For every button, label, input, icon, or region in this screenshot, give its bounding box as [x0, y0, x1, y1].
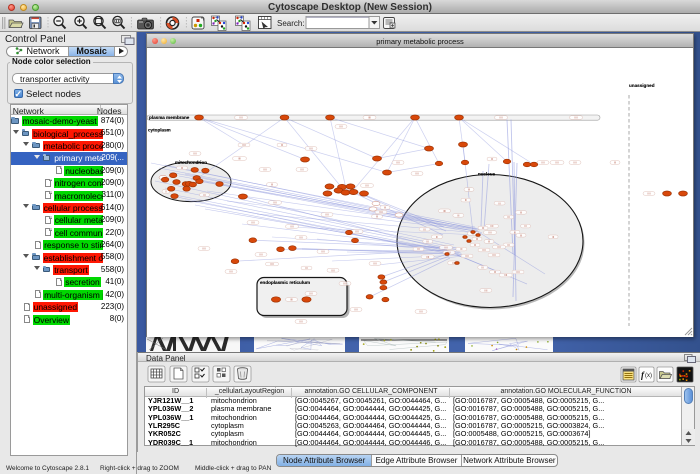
svg-text:unassigned: unassigned [629, 83, 655, 88]
svg-text:IIII: IIII [490, 224, 493, 228]
svg-text:III: III [203, 192, 206, 196]
svg-text:IIII: IIII [238, 156, 241, 160]
svg-text:III: III [281, 143, 284, 147]
svg-text:III: III [427, 239, 430, 243]
svg-text:plasma membrane: plasma membrane [149, 115, 190, 120]
svg-text:endoplasmic reticulum: endoplasmic reticulum [260, 280, 310, 285]
svg-text:IIII: IIII [242, 143, 245, 147]
svg-text:IIII: IIII [497, 245, 500, 249]
svg-text:IIII: IIII [396, 160, 399, 164]
svg-text:III: III [468, 187, 471, 191]
svg-text:IIII: IIII [290, 224, 293, 228]
svg-text:II: II [165, 189, 167, 193]
svg-text:IIII: IIII [229, 269, 232, 273]
svg-text:IIII: IIII [516, 270, 519, 274]
svg-text:III: III [520, 233, 523, 237]
svg-text:IIII: IIII [504, 273, 507, 277]
svg-text:IIII: IIII [492, 253, 495, 257]
svg-text:III: III [476, 237, 479, 241]
svg-text:III: III [508, 215, 511, 219]
svg-text:IIII: IIII [270, 262, 273, 266]
svg-text:IIII: IIII [444, 245, 447, 249]
svg-text:IIII: IIII [251, 220, 254, 224]
svg-text:IIII: IIII [193, 151, 196, 155]
svg-text:IIII: IIII [482, 248, 485, 252]
svg-text:IIII: IIII [443, 208, 446, 212]
svg-text:III: III [465, 198, 468, 202]
svg-text:IIII: IIII [290, 297, 293, 301]
svg-text:IIII: IIII [379, 210, 382, 214]
svg-text:IIII: IIII [325, 212, 328, 216]
svg-text:III: III [271, 182, 274, 186]
svg-text:(x): (x) [645, 373, 652, 379]
svg-text:IIII: IIII [555, 160, 558, 164]
svg-text:IIII: IIII [488, 230, 491, 234]
svg-text:mitochondrion: mitochondrion [175, 160, 207, 165]
svg-text:III: III [552, 234, 555, 238]
svg-text:III: III [423, 227, 426, 231]
svg-text:III: III [181, 166, 184, 170]
svg-text:III: III [488, 239, 491, 243]
svg-text:IIII: IIII [355, 229, 358, 233]
svg-text:III: III [494, 270, 497, 274]
svg-text:IIII: IIII [574, 115, 577, 119]
svg-text:IIII: IIII [368, 115, 371, 119]
svg-text:IIII: IIII [309, 146, 312, 150]
svg-text:IIII: IIII [465, 254, 468, 258]
svg-text:III: III [305, 266, 308, 270]
svg-text:IIII: IIII [343, 281, 346, 285]
svg-text:IIII: IIII [354, 307, 357, 311]
svg-text:IIII: IIII [239, 115, 242, 119]
svg-text:cytoplasm: cytoplasm [148, 127, 171, 132]
svg-text:III: III [524, 224, 527, 228]
svg-text:IIII: IIII [321, 249, 324, 253]
svg-text:III: III [514, 230, 517, 234]
svg-text:III: III [436, 234, 439, 238]
svg-text:IIII: IIII [299, 235, 302, 239]
svg-text:III: III [417, 247, 420, 251]
svg-text:IIII: IIII [202, 246, 205, 250]
svg-text:III: III [384, 205, 387, 209]
svg-text:IIII: IIII [419, 309, 422, 313]
svg-text:III: III [376, 214, 379, 218]
svg-text:III: III [474, 243, 477, 247]
svg-text:IIII: IIII [309, 291, 312, 295]
svg-text:III: III [498, 201, 501, 205]
svg-text:nucleus: nucleus [478, 171, 496, 176]
svg-text:III: III [482, 265, 485, 269]
svg-text:III: III [614, 160, 617, 164]
svg-text:IIII: IIII [415, 171, 418, 175]
svg-text:III: III [460, 247, 463, 251]
svg-text:III: III [482, 226, 485, 230]
svg-text:III: III [508, 243, 511, 247]
svg-text:IIII: IIII [273, 200, 276, 204]
svg-text:IIII: IIII [573, 160, 576, 164]
svg-text:IIII: IIII [331, 268, 334, 272]
svg-text:Search:: Search: [277, 19, 305, 28]
svg-text:IIII: IIII [300, 167, 303, 171]
svg-text:IIII: IIII [263, 167, 266, 171]
svg-text:IIII: IIII [339, 124, 342, 128]
svg-text:IIII: IIII [365, 183, 368, 187]
svg-text:IIII: IIII [484, 288, 487, 292]
svg-text:IIII: IIII [373, 261, 376, 265]
svg-text:IIII: IIII [426, 254, 429, 258]
svg-text:IIII: IIII [499, 115, 502, 119]
svg-text:IIII: IIII [647, 191, 650, 195]
svg-text:III: III [520, 210, 523, 214]
svg-text:IIII: IIII [259, 252, 262, 256]
svg-text:III: III [491, 157, 494, 161]
svg-text:III: III [457, 213, 460, 217]
svg-text:IIII: IIII [299, 319, 302, 323]
svg-text:IIII: IIII [541, 160, 544, 164]
